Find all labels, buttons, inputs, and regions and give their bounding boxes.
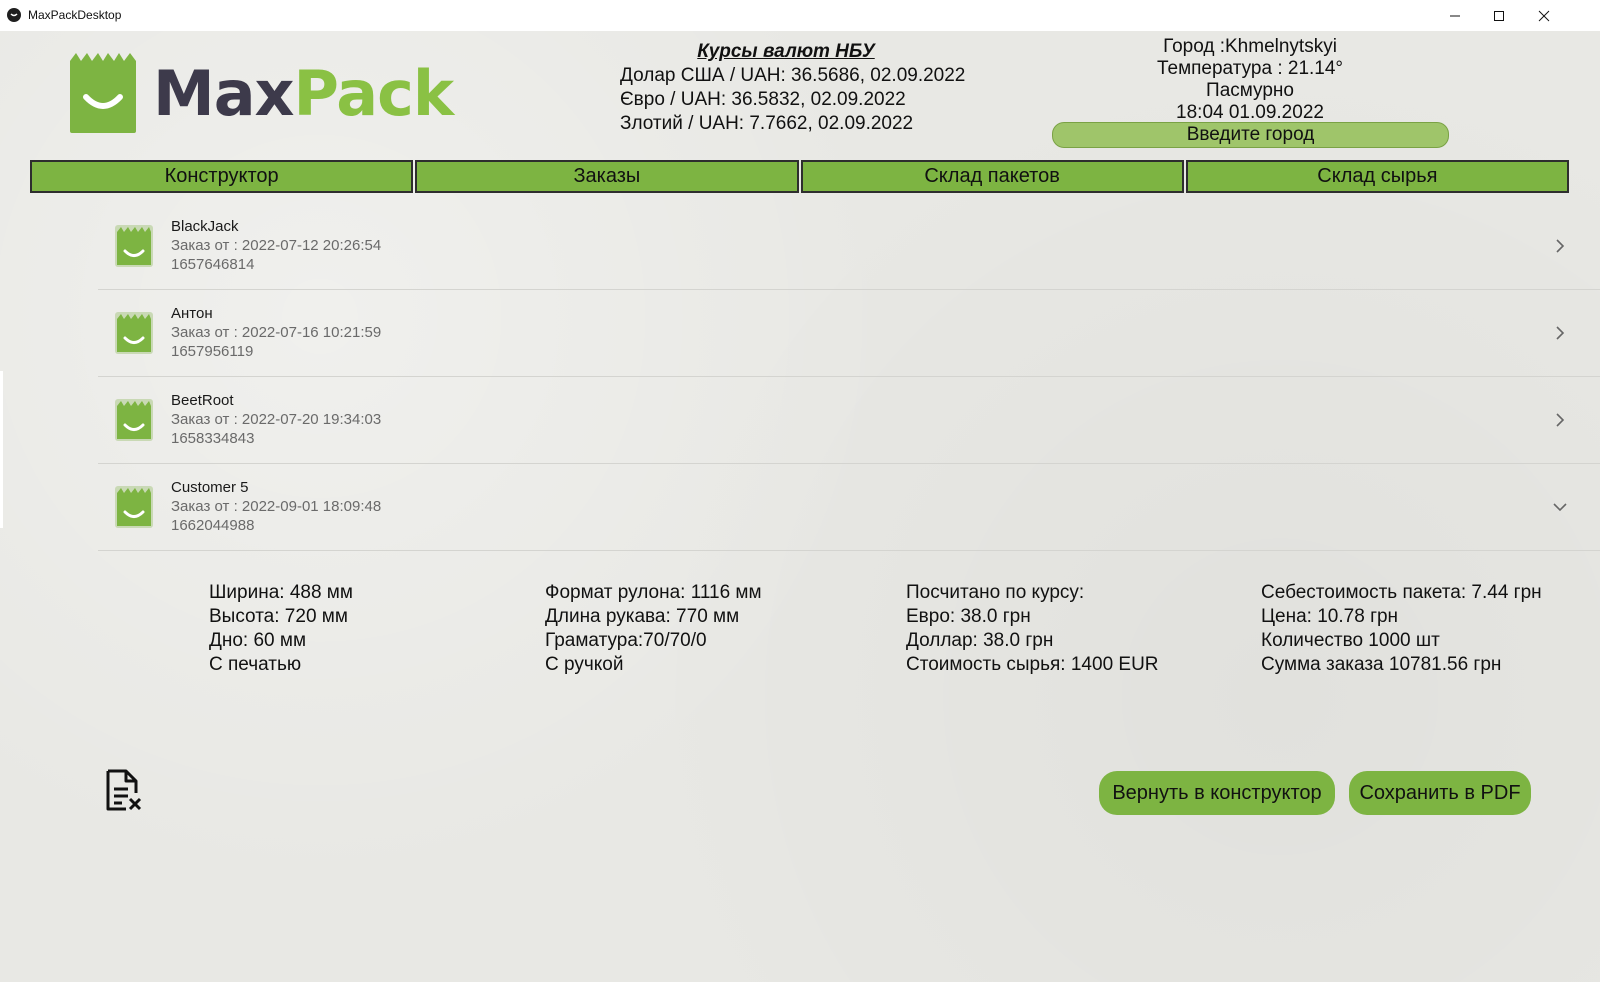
save-pdf-button[interactable]: Сохранить в PDF [1349,771,1531,815]
order-customer-name: Customer 5 [171,479,249,496]
weather-panel: Город :Khmelnytskyi Температура : 21.14°… [1052,36,1448,124]
orders-list: BlackJack Заказ от : 2022-07-12 20:26:54… [98,203,1600,551]
detail-raw-cost: Стоимость сырья: 1400 EUR [906,654,1159,675]
order-id: 1657956119 [171,343,254,360]
minimize-icon [1450,15,1460,16]
chevron-right-icon[interactable] [1552,412,1568,428]
window-title: MaxPackDesktop [28,8,122,22]
rates-title: Курсы валют НБУ [697,41,875,62]
document-remove-icon[interactable] [104,769,144,813]
order-date: Заказ от : 2022-07-20 19:34:03 [171,411,382,428]
detail-rate-usd: Доллар: 38.0 грн [906,630,1054,651]
detail-grammage: Граматура:70/70/0 [545,630,707,651]
order-date: Заказ от : 2022-07-12 20:26:54 [171,237,382,254]
order-row[interactable]: BeetRoot Заказ от : 2022-07-20 19:34:03 … [98,377,1600,464]
order-customer-name: Антон [171,305,213,322]
weather-condition: Пасмурно [1206,80,1294,101]
tab-raw-warehouse[interactable]: Склад сырья [1185,160,1569,193]
minimize-button[interactable] [1432,0,1478,31]
details-exchange: Посчитано по курсу: Евро: 38.0 грн Долла… [906,581,1159,677]
bag-icon [115,312,153,354]
return-to-constructor-button[interactable]: Вернуть в конструктор [1099,771,1335,815]
bag-icon [115,399,153,441]
enter-city-button[interactable]: Введите город [1052,122,1449,148]
detail-height: Высота: 720 мм [209,606,348,627]
weather-datetime: 18:04 01.09.2022 [1176,102,1324,123]
order-date: Заказ от : 2022-07-16 10:21:59 [171,324,382,341]
detail-sleeve-length: Длина рукава: 770 мм [545,606,740,627]
title-bar: MaxPackDesktop [0,0,1600,32]
order-customer-name: BeetRoot [171,392,234,409]
details-material: Формат рулона: 1116 мм Длина рукава: 770… [545,581,762,677]
rate-pln: Злотий / UAH: 7.7662, 02.09.2022 [620,113,914,134]
weather-city: Город :Khmelnytskyi [1163,36,1337,57]
detail-roll-format: Формат рулона: 1116 мм [545,582,762,603]
rate-eur: Євро / UAH: 36.5832, 02.09.2022 [620,89,906,110]
logo-wordmark: MaxPack [153,57,455,131]
tab-constructor[interactable]: Конструктор [30,160,414,193]
bag-icon [115,486,153,528]
weather-temperature: Температура : 21.14° [1156,58,1344,79]
order-date: Заказ от : 2022-09-01 18:09:48 [171,498,382,515]
logo-max-text: Max [153,57,295,130]
logo-pack-text: Pack [293,57,455,130]
order-row[interactable]: BlackJack Заказ от : 2022-07-12 20:26:54… [98,203,1600,290]
order-id: 1662044988 [171,517,255,534]
order-row-expanded[interactable]: Customer 5 Заказ от : 2022-09-01 18:09:4… [98,464,1600,551]
maximize-button[interactable] [1476,0,1522,31]
maximize-icon [1494,10,1504,21]
close-icon [1538,10,1550,21]
bag-logo-icon [70,53,136,133]
close-button[interactable] [1521,0,1567,31]
detail-rate-caption: Посчитано по курсу: [906,582,1085,603]
detail-quantity: Количество 1000 шт [1261,630,1440,651]
tab-orders[interactable]: Заказы [415,160,799,193]
order-id: 1657646814 [171,256,255,273]
detail-width: Ширина: 488 мм [209,582,353,603]
order-row[interactable]: Антон Заказ от : 2022-07-16 10:21:59 165… [98,290,1600,377]
maxpack-logo: MaxPack [66,49,466,141]
chevron-down-icon[interactable] [1552,499,1568,515]
details-dimensions: Ширина: 488 мм Высота: 720 мм Дно: 60 мм… [209,581,353,677]
detail-price: Цена: 10.78 грн [1261,606,1399,627]
left-edge-strip [0,371,3,528]
rate-usd: Долар США / UAH: 36.5686, 02.09.2022 [620,65,966,86]
detail-print: С печатью [209,654,302,675]
detail-unit-cost: Себестоимость пакета: 7.44 грн [1261,582,1542,603]
order-customer-name: BlackJack [171,218,239,235]
app-icon [7,8,21,22]
app-window: MaxPackDesktop MaxPack Курсы валют НБУ Д… [0,0,1600,982]
chevron-right-icon[interactable] [1552,238,1568,254]
detail-bottom: Дно: 60 мм [209,630,307,651]
bag-icon [115,225,153,267]
tab-bag-warehouse[interactable]: Склад пакетов [800,160,1184,193]
currency-rates: Курсы валют НБУ Долар США / UAH: 36.5686… [620,41,990,135]
chevron-right-icon[interactable] [1552,325,1568,341]
main-tabs: Конструктор Заказы Склад пакетов Склад с… [30,160,1569,193]
main-content: MaxPack Курсы валют НБУ Долар США / UAH:… [0,31,1600,982]
detail-rate-eur: Евро: 38.0 грн [906,606,1031,627]
details-pricing: Себестоимость пакета: 7.44 грн Цена: 10.… [1261,581,1542,677]
order-id: 1658334843 [171,430,255,447]
detail-order-total: Сумма заказа 10781.56 грн [1261,654,1502,675]
detail-handle: С ручкой [545,654,624,675]
